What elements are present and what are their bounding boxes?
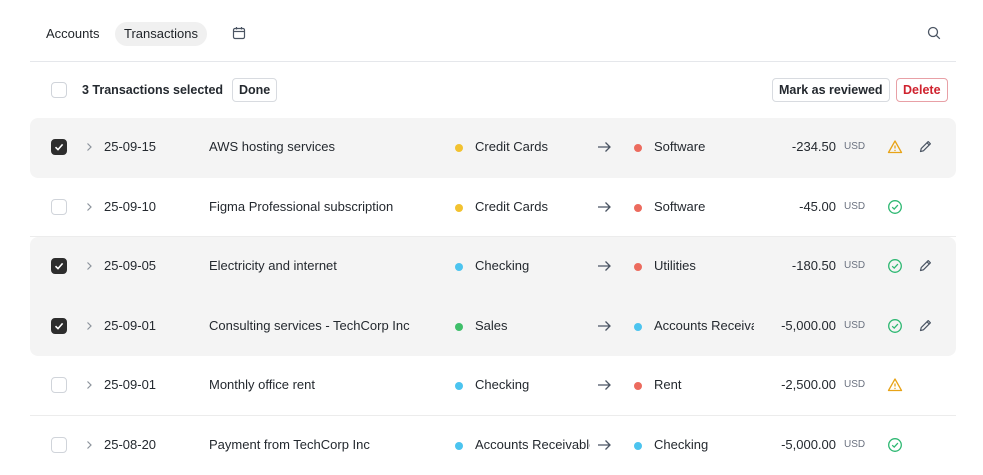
to-account-dot [634, 144, 642, 152]
table-row[interactable]: 25-09-01 Consulting services - TechCorp I… [30, 296, 956, 357]
row-to-account: Software [654, 198, 706, 214]
check-icon [54, 143, 64, 151]
row-date: 25-09-05 [104, 258, 157, 274]
chevron-right-icon[interactable] [83, 201, 95, 213]
done-button[interactable]: Done [232, 78, 278, 102]
search-icon[interactable] [927, 26, 941, 40]
row-currency: USD [844, 141, 866, 152]
tab-accounts[interactable]: Accounts [37, 22, 108, 46]
row-date: 25-08-20 [104, 436, 157, 452]
to-account-dot [634, 263, 642, 272]
arrow-right-icon [598, 261, 611, 272]
check-icon [54, 263, 64, 270]
chevron-right-icon[interactable] [83, 141, 95, 153]
row-currency: USD [844, 379, 866, 391]
row-amount: -5,000.00 [781, 317, 836, 333]
row-checkbox[interactable] [51, 139, 67, 155]
row-to-account: Accounts Receivable [654, 317, 754, 333]
row-currency: USD [844, 438, 866, 450]
row-from-account: Sales [475, 317, 508, 333]
check-circle-icon [888, 438, 902, 452]
row-from-account: Credit Cards [475, 139, 548, 154]
to-account-dot [634, 203, 642, 212]
row-checkbox[interactable] [51, 317, 67, 334]
table-row[interactable]: 25-09-05 Electricity and internet Checking… [30, 237, 956, 297]
to-account-dot [634, 322, 642, 331]
table-row[interactable]: 25-09-10 Figma Professional subscription C… [30, 178, 956, 238]
row-description: Consulting services - TechCorp Inc [209, 317, 410, 333]
row-currency: USD [844, 260, 866, 272]
warning-icon [887, 140, 903, 154]
row-to-account: Software [654, 139, 706, 154]
chevron-right-icon[interactable] [83, 439, 95, 451]
row-currency: USD [844, 319, 866, 331]
row-description: Monthly office rent [209, 377, 315, 393]
from-account-dot [455, 203, 463, 212]
pencil-icon[interactable] [918, 318, 933, 333]
warning-icon [887, 378, 903, 392]
from-account-dot [455, 144, 463, 152]
from-account-dot [455, 263, 463, 272]
check-circle-icon [888, 259, 902, 274]
row-from-account: Checking [475, 377, 530, 393]
row-date: 25-09-01 [104, 317, 157, 333]
row-to-account: Rent [654, 377, 682, 393]
table-row[interactable]: 25-09-15 AWS hosting services Credit Cards… [30, 118, 956, 178]
check-circle-icon [888, 199, 902, 214]
from-account-dot [455, 441, 463, 450]
row-description: Electricity and internet [209, 258, 337, 274]
top-bar: Accounts Transactions [30, 0, 956, 62]
row-description: AWS hosting services [209, 139, 335, 154]
chevron-right-icon[interactable] [83, 379, 95, 391]
chevron-right-icon[interactable] [83, 260, 95, 272]
from-account-dot [455, 382, 463, 391]
arrow-right-icon [598, 440, 611, 450]
row-amount: -2,500.00 [781, 377, 836, 393]
row-date: 25-09-10 [104, 198, 157, 214]
to-account-dot [634, 441, 642, 450]
transactions-list: 25-09-15 AWS hosting services Credit Cards… [30, 118, 956, 475]
check-circle-icon [888, 318, 902, 333]
row-description: Payment from TechCorp Inc [209, 436, 370, 452]
row-from-account: Credit Cards [475, 198, 548, 214]
selection-count: 3 Transactions selected [82, 83, 224, 97]
arrow-right-icon [598, 142, 611, 152]
pencil-icon[interactable] [918, 258, 933, 273]
selection-bar: 3 Transactions selected Done Mark as rev… [30, 62, 956, 118]
row-amount: -180.50 [791, 258, 836, 274]
select-all-checkbox[interactable] [51, 82, 67, 98]
row-to-account: Utilities [654, 258, 696, 274]
chevron-right-icon[interactable] [83, 320, 95, 332]
row-date: 25-09-15 [104, 139, 157, 154]
arrow-right-icon [598, 380, 611, 391]
table-row[interactable]: 25-08-20 Payment from TechCorp Inc Account… [30, 416, 956, 475]
to-account-dot [634, 382, 642, 391]
from-account-dot [455, 322, 463, 331]
row-checkbox[interactable] [51, 198, 67, 215]
table-row[interactable]: 25-09-01 Monthly office rent Checking Rent -… [30, 356, 956, 416]
row-checkbox[interactable] [51, 436, 67, 453]
mark-reviewed-button[interactable]: Mark as reviewed [772, 78, 890, 102]
row-checkbox[interactable] [51, 258, 67, 275]
row-to-account: Checking [654, 436, 709, 452]
pencil-icon[interactable] [918, 139, 933, 154]
row-description: Figma Professional subscription [209, 198, 394, 214]
calendar-icon[interactable] [232, 26, 246, 40]
row-amount: -5,000.00 [781, 436, 836, 452]
tab-transactions[interactable]: Transactions [115, 22, 207, 46]
arrow-right-icon [598, 201, 611, 212]
delete-button[interactable]: Delete [896, 78, 948, 102]
row-amount: -45.00 [799, 198, 836, 214]
row-date: 25-09-01 [104, 377, 157, 393]
check-icon [54, 322, 64, 330]
row-from-account: Checking [475, 258, 530, 274]
row-currency: USD [844, 200, 866, 212]
row-amount: -234.50 [791, 139, 836, 154]
row-from-account: Accounts Receivable [475, 436, 590, 452]
arrow-right-icon [598, 320, 611, 331]
row-checkbox[interactable] [51, 377, 67, 394]
